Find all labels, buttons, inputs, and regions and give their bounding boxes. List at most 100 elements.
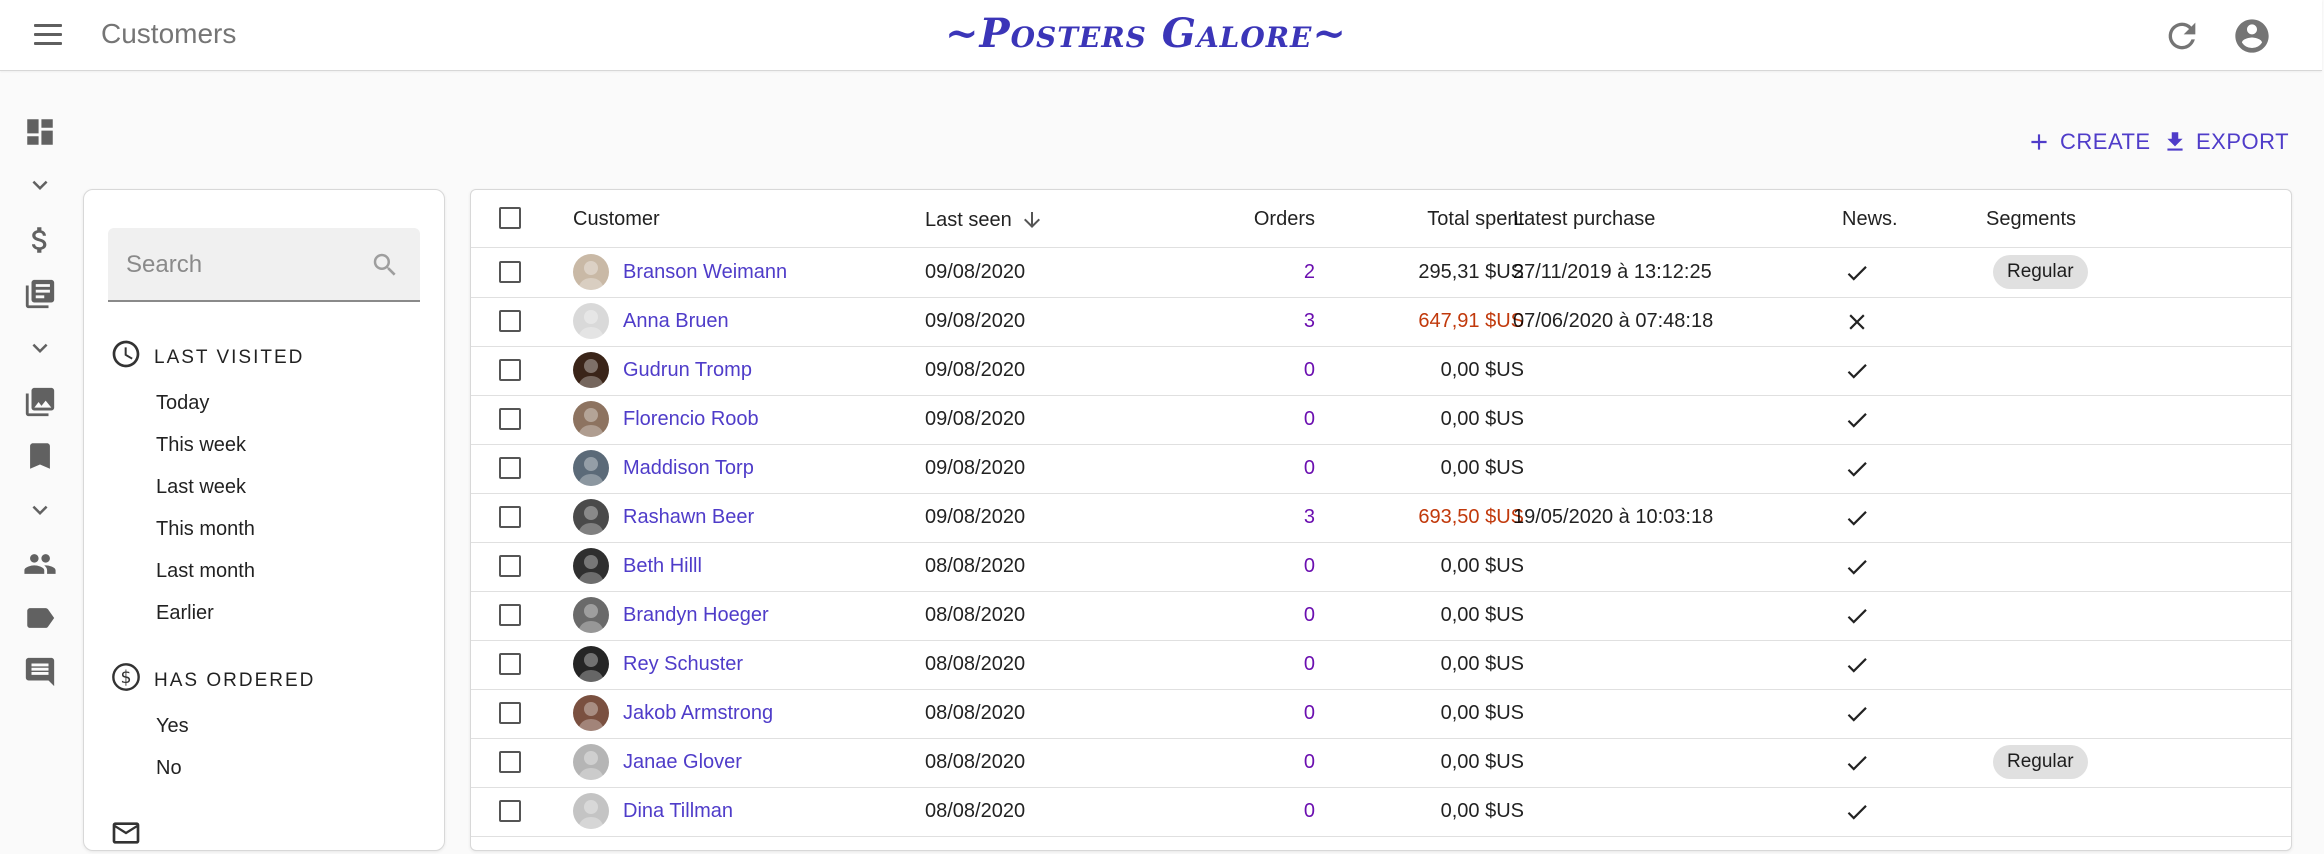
customer-name-link[interactable]: Beth Hilll [623,555,702,578]
last-seen-cell: 09/08/2020 [925,408,1026,430]
chevron-down-icon[interactable] [18,488,62,532]
customer-name-link[interactable]: Branson Weimann [623,261,787,284]
row-checkbox[interactable] [499,310,521,332]
row-checkbox[interactable] [499,702,521,724]
total-spent-cell: 0,00 $US [1440,604,1524,626]
filter-option-this-month[interactable]: This month [156,518,255,541]
filter-option-today[interactable]: Today [156,392,209,415]
avatar [573,450,609,486]
orders-cell: 0 [1303,457,1315,479]
comment-icon[interactable] [18,650,62,694]
check-icon [1844,358,1870,389]
arrow-down-icon [1023,212,1040,228]
table-row[interactable]: Jakob Armstrong 08/08/2020 0 0,00 $US [471,689,2291,739]
total-spent-cell: 647,91 $US [1418,310,1524,332]
avatar [573,352,609,388]
filter-option-yes[interactable]: Yes [156,715,189,738]
table-row[interactable]: Janae Glover 08/08/2020 0 0,00 $US Regular [471,738,2291,788]
row-checkbox[interactable] [499,261,521,283]
chevron-down-icon[interactable] [18,326,62,370]
customer-name-link[interactable]: Brandyn Hoeger [623,604,769,627]
orders-cell: 0 [1303,751,1315,773]
filter-option-no[interactable]: No [156,757,182,780]
row-checkbox[interactable] [499,359,521,381]
row-checkbox[interactable] [499,604,521,626]
check-icon [1844,407,1870,438]
filter-option-last-month[interactable]: Last month [156,560,255,583]
photo-library-icon[interactable] [18,380,62,424]
check-icon [1844,799,1870,830]
dollar-circle-icon: $ [110,661,142,698]
table-row[interactable]: Branson Weimann 09/08/2020 2 295,31 $US 27/1… [471,248,2291,298]
bookmark-icon[interactable] [18,434,62,478]
filter-sidebar: Last visited Today This week Last week T… [83,189,445,851]
customer-name-link[interactable]: Jakob Armstrong [623,702,773,725]
chevron-down-icon[interactable] [18,163,62,207]
total-spent-cell: 693,50 $US [1418,506,1524,528]
filter-option-last-week[interactable]: Last week [156,476,246,499]
filter-option-earlier[interactable]: Earlier [156,602,214,625]
orders-cell: 0 [1303,408,1315,430]
filter-option-this-week[interactable]: This week [156,434,246,457]
refresh-icon[interactable] [2162,16,2202,56]
dashboard-icon[interactable] [18,110,62,154]
table-row[interactable]: Gudrun Tromp 09/08/2020 0 0,00 $US [471,346,2291,396]
select-all-checkbox[interactable] [499,207,521,229]
dollar-icon[interactable] [18,218,62,262]
orders-cell: 0 [1303,800,1315,822]
row-checkbox[interactable] [499,506,521,528]
menu-icon[interactable] [28,20,68,50]
table-row[interactable]: Dina Tillman 08/08/2020 0 0,00 $US [471,787,2291,837]
account-circle-icon[interactable] [2232,16,2272,56]
total-spent-cell: 0,00 $US [1440,653,1524,675]
row-checkbox[interactable] [499,457,521,479]
row-checkbox[interactable] [499,751,521,773]
customer-name-link[interactable]: Florencio Roob [623,408,759,431]
check-icon [1844,750,1870,781]
check-icon [1844,603,1870,634]
total-spent-cell: 0,00 $US [1440,408,1524,430]
customer-name-link[interactable]: Rey Schuster [623,653,743,676]
table-row[interactable]: Maddison Torp 09/08/2020 0 0,00 $US [471,444,2291,494]
people-icon[interactable] [18,542,62,586]
column-header-latest-purchase[interactable]: Latest purchase [1513,208,1655,231]
close-icon [1844,309,1870,340]
table-row[interactable]: Rashawn Beer 09/08/2020 3 693,50 $US 19/05/2… [471,493,2291,543]
orders-cell: 0 [1303,702,1315,724]
search-field[interactable] [108,228,420,302]
customer-name-link[interactable]: Rashawn Beer [623,506,754,529]
table-row[interactable]: Rey Schuster 08/08/2020 0 0,00 $US [471,640,2291,690]
table-row[interactable]: Anna Bruen 09/08/2020 3 647,91 $US 07/06/202… [471,297,2291,347]
download-icon [2167,132,2183,151]
column-header-news[interactable]: News. [1842,208,1898,231]
customer-name-link[interactable]: Dina Tillman [623,800,733,823]
row-checkbox[interactable] [499,555,521,577]
check-icon [1844,505,1870,536]
segment-chip: Regular [1993,745,2088,779]
create-button[interactable]: CREATE [2026,124,2151,160]
column-header-orders[interactable]: Orders [1171,208,1315,231]
column-header-last-seen-label: Last seen [925,208,1012,231]
column-header-customer[interactable]: Customer [573,208,660,231]
search-input[interactable] [124,246,368,284]
table-row[interactable]: Florencio Roob 09/08/2020 0 0,00 $US [471,395,2291,445]
row-checkbox[interactable] [499,800,521,822]
total-spent-cell: 0,00 $US [1440,555,1524,577]
column-header-last-seen[interactable]: Last seen [925,208,1044,232]
customer-name-link[interactable]: Anna Bruen [623,310,729,333]
customer-name-link[interactable]: Gudrun Tromp [623,359,752,382]
customer-name-link[interactable]: Maddison Torp [623,457,754,480]
check-icon [1844,554,1870,585]
book-icon[interactable] [18,272,62,316]
table-row[interactable]: Brandyn Hoeger 08/08/2020 0 0,00 $US [471,591,2291,641]
segment-chip: Regular [1993,255,2088,289]
export-button[interactable]: EXPORT [2162,124,2289,160]
table-row[interactable]: Beth Hilll 08/08/2020 0 0,00 $US [471,542,2291,592]
page-title: Customers [101,18,237,49]
column-header-total-spent[interactable]: Total spent [1351,208,1524,231]
customer-name-link[interactable]: Janae Glover [623,751,742,774]
row-checkbox[interactable] [499,408,521,430]
row-checkbox[interactable] [499,653,521,675]
label-icon[interactable] [18,596,62,640]
total-spent-cell: 0,00 $US [1440,702,1524,724]
